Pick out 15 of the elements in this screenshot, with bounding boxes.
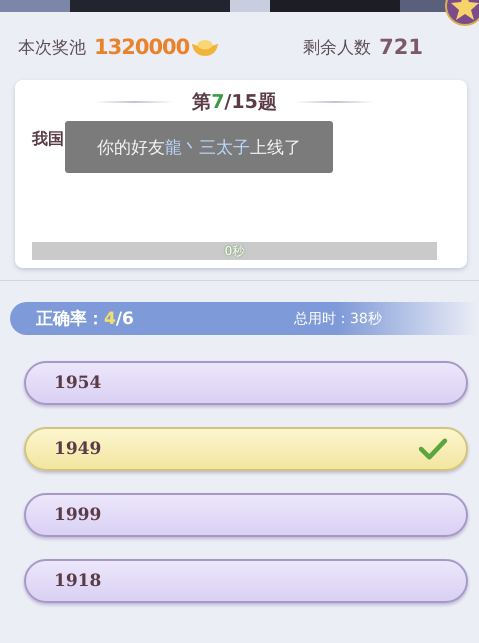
answer-option[interactable]: 1918 [24,559,468,603]
remaining-players-value: 721 [379,35,423,59]
answer-option[interactable]: 1949 [24,427,468,471]
answer-option[interactable]: 1999 [24,493,468,537]
accuracy-text: 正确率：4/6 [36,308,135,330]
check-icon [418,438,448,460]
remaining-players-label: 剩余人数 [303,36,372,58]
question-number: 第7/15题 [192,90,277,115]
toast-message: 你的好友龍丶三太子上线了 [97,136,301,158]
answer-option[interactable]: 1954 [24,361,468,405]
prize-pool-value: 1320000 [94,35,190,59]
prize-pool-label: 本次奖池 [18,36,86,58]
ingot-icon [191,38,220,56]
total-time-text: 总用时：38秒 [294,310,382,328]
question-text: 我国 [32,129,64,150]
